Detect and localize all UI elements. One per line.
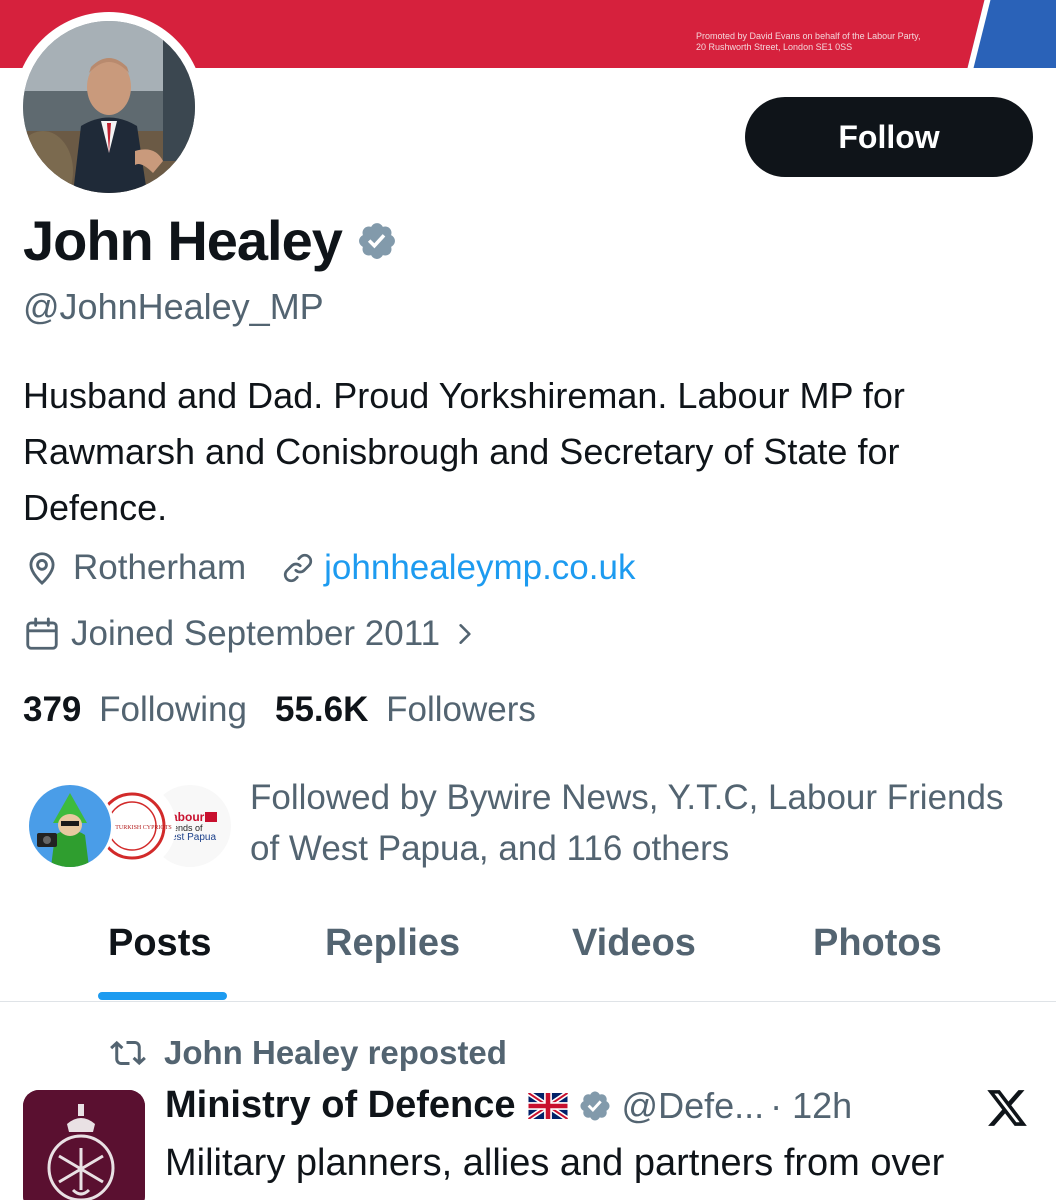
followers-count: 55.6K bbox=[275, 690, 369, 729]
post-timestamp[interactable]: · 12h bbox=[770, 1085, 852, 1127]
followers-label: Followers bbox=[386, 690, 536, 729]
x-logo-icon bbox=[987, 1090, 1027, 1126]
followed-by-text[interactable]: Followed by Bywire News, Y.T.C, Labour F… bbox=[250, 772, 1040, 874]
repost-label: John Healey reposted bbox=[164, 1034, 507, 1071]
following-count: 379 bbox=[23, 690, 82, 729]
profile-website-link[interactable]: johnhealeymp.co.uk bbox=[324, 548, 635, 588]
banner-imprint-line-2: 20 Rushworth Street, London SE1 0SS bbox=[696, 42, 853, 52]
verified-badge-icon[interactable] bbox=[356, 220, 398, 262]
profile-name-row: John Healey bbox=[23, 208, 398, 273]
banner-blue-stripe bbox=[967, 0, 1056, 68]
profile-location: Rotherham bbox=[73, 548, 247, 587]
verified-badge-icon bbox=[580, 1090, 610, 1121]
banner-imprint: Promoted by David Evans on behalf of the… bbox=[696, 31, 920, 53]
profile-handle: @JohnHealey_MP bbox=[23, 286, 324, 327]
repost-context[interactable]: John Healey reposted bbox=[108, 1034, 507, 1072]
link-icon bbox=[284, 553, 313, 583]
display-name: John Healey bbox=[23, 209, 343, 272]
following-link[interactable]: 379 Following bbox=[23, 690, 247, 730]
avatar-bywire-news bbox=[26, 782, 114, 870]
following-label: Following bbox=[99, 690, 247, 729]
chevron-right-icon bbox=[459, 624, 471, 644]
profile-counts: 379 Following 55.6K Followers bbox=[23, 690, 536, 730]
avatar-photo bbox=[23, 21, 195, 193]
follow-button[interactable]: Follow bbox=[745, 97, 1033, 177]
active-tab-indicator bbox=[98, 992, 227, 1000]
post-author-name[interactable]: Ministry of Defence bbox=[165, 1084, 516, 1127]
banner-imprint-line-1: Promoted by David Evans on behalf of the… bbox=[696, 31, 921, 41]
profile-joined-row[interactable]: Joined September 2011 bbox=[23, 614, 478, 654]
repost-icon bbox=[110, 1040, 146, 1066]
post-text: Military planners, allies and partners f… bbox=[165, 1142, 945, 1184]
followers-link[interactable]: 55.6K Followers bbox=[275, 690, 536, 730]
tab-videos[interactable]: Videos bbox=[572, 922, 696, 965]
lfwp-text-3: est Papua bbox=[171, 832, 216, 843]
location-pin-icon bbox=[29, 552, 55, 585]
profile-avatar[interactable] bbox=[14, 12, 204, 202]
post-author-handle[interactable]: @Defe... bbox=[622, 1085, 765, 1127]
post-author-avatar[interactable] bbox=[23, 1090, 145, 1200]
tab-posts[interactable]: Posts bbox=[108, 922, 211, 965]
lfwp-text-1: abour bbox=[171, 810, 205, 824]
profile-meta-row: Rotherham johnhealeymp.co.uk bbox=[23, 548, 635, 588]
post-header: Ministry of Defence @Defe... · 12h bbox=[165, 1084, 852, 1127]
uk-flag-icon bbox=[527, 1092, 568, 1119]
tab-photos[interactable]: Photos bbox=[813, 922, 942, 965]
profile-bio: Husband and Dad. Proud Yorkshireman. Lab… bbox=[23, 375, 905, 528]
calendar-icon bbox=[26, 617, 58, 650]
profile-tabs: Posts Replies Videos Photos bbox=[0, 908, 1056, 1002]
followed-by-avatars[interactable]: abour iends of est Papua YOUNG TURKISH C… bbox=[26, 782, 234, 872]
tab-replies[interactable]: Replies bbox=[325, 922, 460, 965]
profile-joined-date: Joined September 2011 bbox=[71, 614, 441, 653]
